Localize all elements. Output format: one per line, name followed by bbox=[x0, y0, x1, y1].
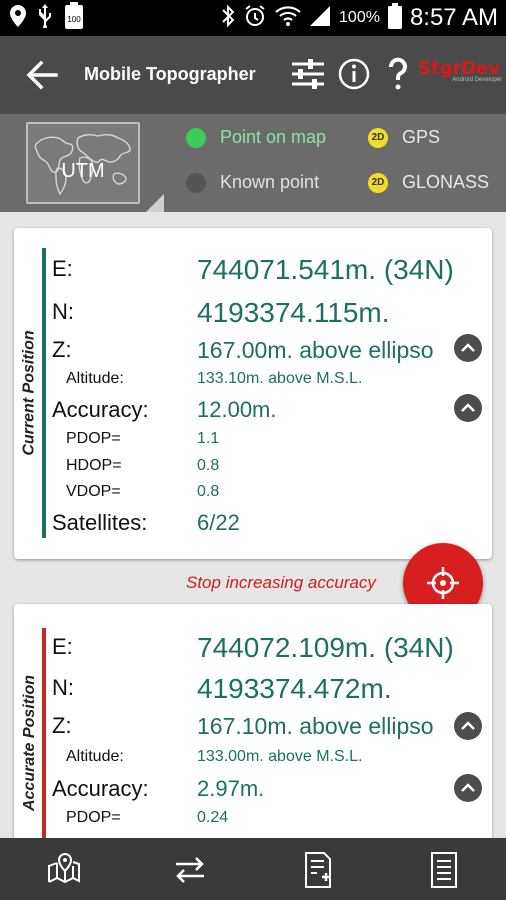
accurate-accuracy-label: Accuracy: bbox=[52, 776, 149, 801]
accurate-pdop-label: PDOP= bbox=[66, 809, 121, 826]
easting-value: 744071.541m. (34N) bbox=[197, 254, 454, 285]
accurate-height-value: 167.10m. above ellipso bbox=[197, 713, 434, 739]
northing-label: N: bbox=[52, 299, 74, 324]
battery-percent: 100% bbox=[339, 9, 380, 26]
accurate-easting-label: E: bbox=[52, 634, 73, 659]
hdop-value: 0.8 bbox=[197, 457, 220, 474]
pdop-value: 1.1 bbox=[197, 430, 220, 447]
help-icon[interactable] bbox=[378, 54, 418, 94]
northing-value: 4193374.115m. bbox=[197, 297, 390, 328]
accurate-northing-label: N: bbox=[52, 675, 74, 700]
battery-100-icon: 100 bbox=[64, 1, 84, 35]
svg-text:100: 100 bbox=[67, 15, 81, 24]
stop-increasing-accuracy-label[interactable]: Stop increasing accuracy bbox=[186, 573, 376, 593]
location-icon bbox=[10, 4, 26, 32]
crosshair-icon bbox=[427, 567, 459, 599]
accurate-position-accent-bar bbox=[42, 628, 46, 844]
dropdown-corner-icon bbox=[146, 194, 164, 212]
gps-label: GPS bbox=[402, 127, 441, 147]
glonass-label: GLONASS bbox=[402, 172, 490, 192]
alarm-icon bbox=[243, 4, 267, 33]
radio-selected-icon bbox=[186, 127, 206, 148]
accuracy-value: 12.00m. bbox=[197, 397, 277, 422]
accurate-position-card: Accurate Position E: 744072.109m. (34N) … bbox=[14, 604, 492, 844]
glonass-fix-badge: 2D bbox=[368, 172, 388, 193]
mode-bar: UTM Point on map Known point 2D GPS 2D G… bbox=[0, 114, 506, 212]
satellites-value: 6/22 bbox=[197, 510, 240, 535]
gps-fix-badge: 2D bbox=[368, 127, 388, 148]
bluetooth-icon bbox=[221, 4, 235, 33]
usb-icon bbox=[38, 3, 52, 33]
clock: 8:57 AM bbox=[409, 4, 498, 31]
altitude-value: 133.10m. above M.S.L. bbox=[197, 370, 363, 387]
back-arrow-icon[interactable] bbox=[24, 58, 60, 92]
accurate-pdop-value: 0.24 bbox=[197, 809, 229, 826]
collapse-accurate-height-chevron-icon[interactable] bbox=[454, 712, 482, 740]
accurate-height-label: Z: bbox=[52, 713, 72, 738]
accurate-easting-value: 744072.109m. (34N) bbox=[197, 632, 454, 663]
easting-label: E: bbox=[52, 256, 73, 281]
height-label: Z: bbox=[52, 337, 72, 362]
app-bar: Mobile Topographer StgrDev Android Devel… bbox=[0, 36, 506, 114]
known-point-option[interactable]: Known point bbox=[186, 172, 319, 193]
height-value: 167.00m. above ellipso bbox=[197, 337, 434, 363]
settings-sliders-icon[interactable] bbox=[288, 54, 328, 94]
app-title: Mobile Topographer bbox=[84, 64, 256, 84]
satellites-label: Satellites: bbox=[52, 510, 148, 535]
vdop-label: VDOP= bbox=[66, 483, 121, 500]
accurate-northing-value: 4193374.472m. bbox=[197, 673, 392, 704]
glonass-status: 2D GLONASS bbox=[368, 172, 489, 193]
battery-icon bbox=[387, 2, 402, 34]
current-position-card: Current Position E: 744071.541m. (34N) N… bbox=[14, 228, 492, 559]
vdop-value: 0.8 bbox=[197, 483, 220, 500]
gps-status: 2D GPS bbox=[368, 127, 440, 148]
info-icon[interactable] bbox=[334, 54, 374, 94]
list-document-icon[interactable] bbox=[424, 850, 464, 890]
map-pin-icon[interactable] bbox=[44, 850, 84, 890]
accurate-accuracy-value: 2.97m. bbox=[197, 776, 265, 801]
current-position-section-label: Current Position bbox=[21, 330, 38, 456]
accurate-position-section-label: Accurate Position bbox=[21, 674, 38, 812]
altitude-label: Altitude: bbox=[66, 370, 124, 387]
current-position-accent-bar bbox=[42, 248, 46, 538]
accurate-altitude-label: Altitude: bbox=[66, 748, 124, 765]
accuracy-label: Accuracy: bbox=[52, 397, 149, 422]
point-on-map-label: Point on map bbox=[220, 127, 327, 147]
swap-arrows-icon[interactable] bbox=[170, 850, 210, 890]
collapse-height-chevron-icon[interactable] bbox=[454, 334, 482, 362]
bottom-nav-bar bbox=[0, 838, 506, 900]
hdop-label: HDOP= bbox=[66, 457, 122, 474]
add-note-icon[interactable] bbox=[298, 850, 338, 890]
status-bar: 100 100% 8:57 AM bbox=[0, 0, 506, 36]
point-on-map-option[interactable]: Point on map bbox=[186, 127, 326, 148]
radio-unselected-icon bbox=[186, 172, 206, 193]
wifi-icon bbox=[275, 5, 301, 32]
developer-logo: StgrDev Android Developer bbox=[418, 58, 502, 83]
projection-selector[interactable]: UTM bbox=[26, 122, 140, 204]
projection-label: UTM bbox=[61, 160, 105, 182]
collapse-accuracy-chevron-icon[interactable] bbox=[454, 394, 482, 422]
accurate-altitude-value: 133.00m. above M.S.L. bbox=[197, 748, 363, 765]
collapse-accurate-accuracy-chevron-icon[interactable] bbox=[454, 774, 482, 802]
pdop-label: PDOP= bbox=[66, 430, 121, 447]
known-point-label: Known point bbox=[220, 172, 320, 192]
signal-icon bbox=[309, 5, 331, 32]
